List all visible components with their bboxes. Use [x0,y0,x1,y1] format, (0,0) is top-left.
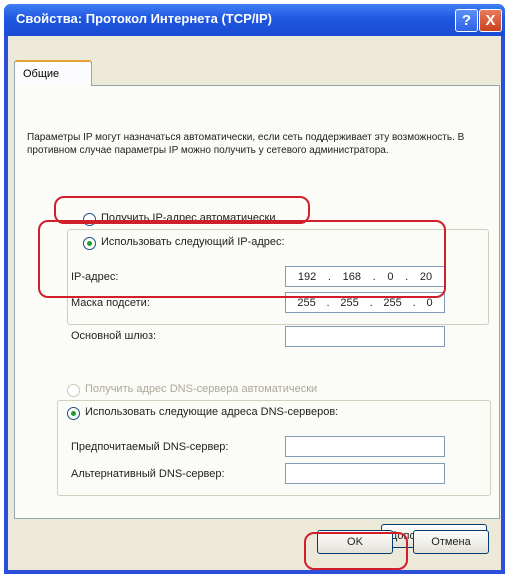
dialog-body: Общие Параметры IP могут назначаться авт… [8,36,501,570]
tab-general[interactable]: Общие [14,60,92,86]
description-text: Параметры IP могут назначаться автоматич… [27,132,465,156]
ok-button[interactable]: OK [317,530,393,554]
gateway-field[interactable] [285,326,445,347]
auto-ip-radio[interactable] [83,213,96,226]
gateway-label: Основной шлюз: [71,330,157,342]
properties-dialog: Свойства: Протокол Интернета (TCP/IP) ? … [4,4,505,574]
manual-dns-label[interactable]: Использовать следующие адреса DNS-сервер… [85,406,338,418]
ip-address-field[interactable]: 192. 168. 0. 20 [285,266,445,287]
ip-octet-3: 0 [387,270,394,283]
ip-dot-icon: . [327,270,331,283]
mask-dot-icon: . [326,296,330,309]
auto-dns-label[interactable]: Получить адрес DNS-сервера автоматически [85,383,317,395]
preferred-dns-label: Предпочитаемый DNS-сервер: [71,441,229,453]
preferred-dns-field[interactable] [285,436,445,457]
cancel-button[interactable]: Отмена [413,530,489,554]
manual-ip-label[interactable]: Использовать следующий IP-адрес: [101,236,285,248]
mask-octet-4: 0 [426,296,433,309]
subnet-mask-field[interactable]: 255. 255. 255. 0 [285,292,445,313]
title-bar[interactable]: Свойства: Протокол Интернета (TCP/IP) ? … [4,4,505,36]
auto-dns-radio[interactable] [67,384,80,397]
close-button[interactable]: X [479,9,502,32]
mask-octet-3: 255 [383,296,402,309]
manual-dns-radio[interactable] [67,407,80,420]
ip-dot-icon: . [405,270,409,283]
alternate-dns-field[interactable] [285,463,445,484]
manual-ip-radio[interactable] [83,237,96,250]
help-button[interactable]: ? [455,9,478,32]
mask-dot-icon: . [369,296,373,309]
mask-octet-2: 255 [340,296,359,309]
auto-ip-label[interactable]: Получить IP-адрес автоматически [101,212,275,224]
general-tab-panel: Параметры IP могут назначаться автоматич… [14,85,500,548]
ip-address-label: IP-адрес: [71,271,119,283]
ip-octet-1: 192 [297,270,317,283]
alternate-dns-label: Альтернативный DNS-сервер: [71,468,225,480]
ip-dot-icon: . [372,270,376,283]
mask-dot-icon: . [412,296,416,309]
dialog-title: Свойства: Протокол Интернета (TCP/IP) [16,11,272,26]
subnet-mask-label: Маска подсети: [71,297,150,309]
mask-octet-1: 255 [297,296,316,309]
ip-octet-2: 168 [342,270,361,283]
ip-octet-4: 20 [419,270,433,283]
